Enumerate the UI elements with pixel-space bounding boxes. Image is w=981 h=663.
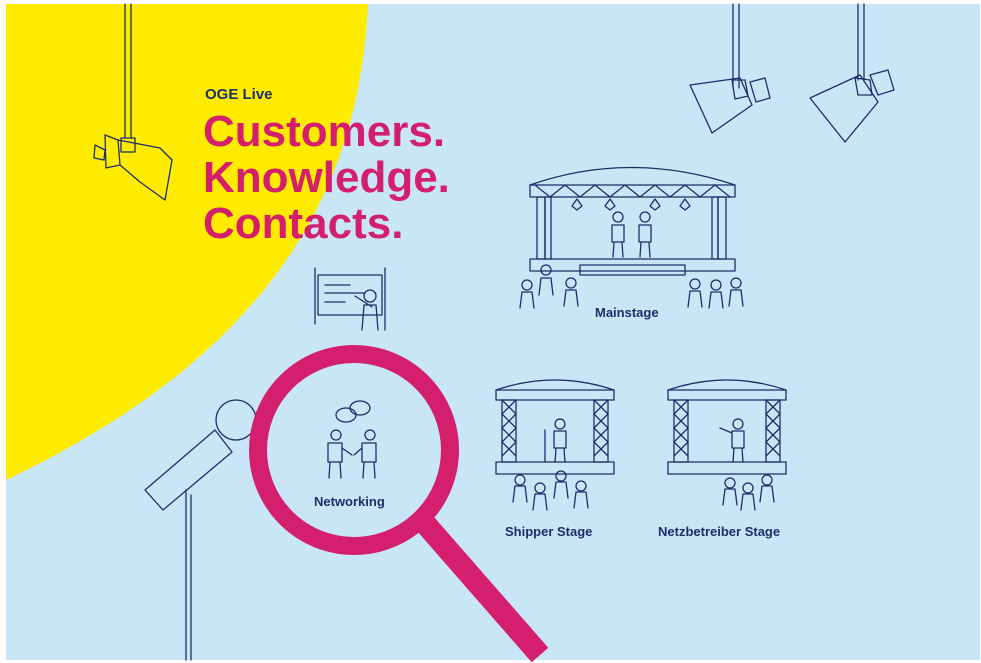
headline-line-3: Contacts. <box>203 199 404 248</box>
event-map: OGE Live Customers. Knowledge. Contacts.… <box>0 0 981 663</box>
headline-line-1: Customers. <box>203 107 446 156</box>
zone-networking-label[interactable]: Networking <box>314 494 385 509</box>
zone-mainstage-label[interactable]: Mainstage <box>595 305 659 320</box>
zone-shipper-label[interactable]: Shipper Stage <box>505 524 592 539</box>
event-map-illustration <box>6 3 980 663</box>
brand-label: OGE Live <box>205 86 273 103</box>
zone-netzbetreiber-label[interactable]: Netzbetreiber Stage <box>658 524 780 539</box>
headline-line-2: Knowledge. <box>203 153 450 202</box>
